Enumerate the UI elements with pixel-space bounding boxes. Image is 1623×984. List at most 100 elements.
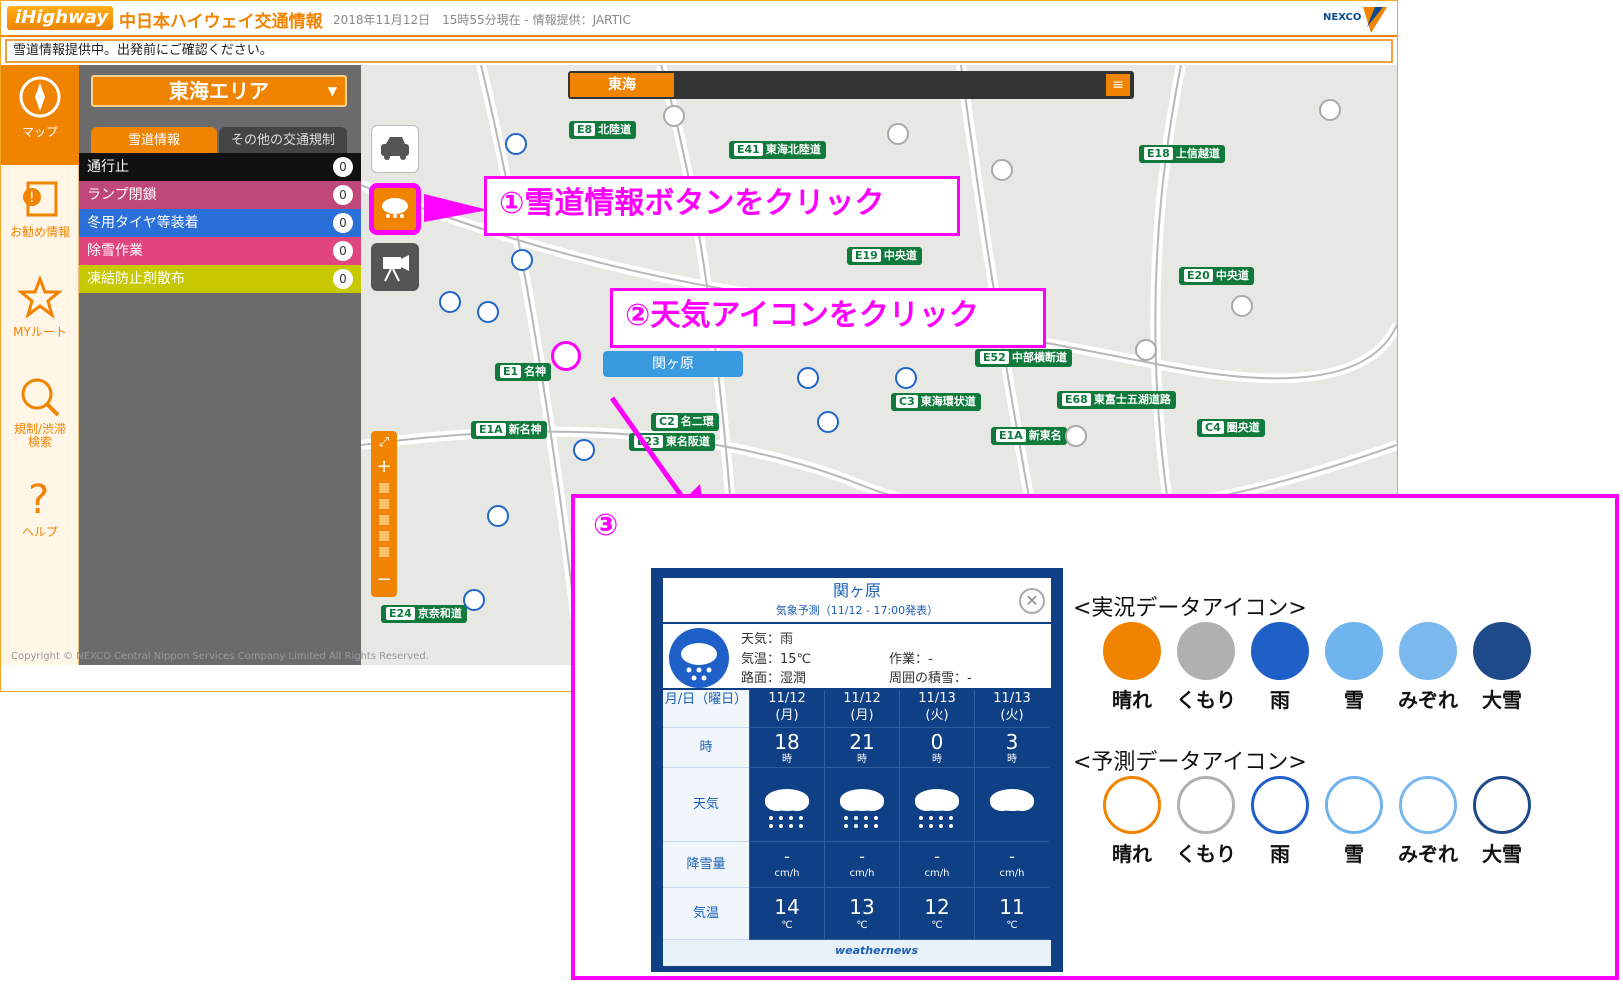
legend-label: 大雪 [1482, 842, 1522, 866]
reg-row-ramp[interactable]: ランプ閉鎖 0 [79, 181, 361, 209]
fullscreen-icon[interactable]: ⤢ [371, 435, 397, 450]
car-mode-button[interactable] [371, 125, 419, 173]
snow-icon [1325, 776, 1383, 834]
rain-weather-pin[interactable] [477, 301, 499, 323]
forecast-table: 月/日（曜日） 時 天気 降雪量 気温 11/12 (月) 18 時 - cm/h 14 ℃ 1… [663, 690, 1051, 940]
forecast-date-cell: 11/13 (火) [899, 690, 974, 728]
rain-weather-pin[interactable] [817, 411, 839, 433]
sunny-icon [1103, 622, 1161, 680]
forecast-temp: 13 [849, 895, 875, 919]
side-panel: 東海エリア ▼ 雪道情報 その他の交通規制 通行止 0 ランプ閉鎖 0 冬用タイ… [79, 65, 361, 665]
nav-search[interactable]: 規制/渋滞検索 [1, 365, 79, 465]
reg-row-count: 0 [333, 185, 353, 205]
nav-help-label: ヘルプ [21, 525, 58, 539]
reg-row-snow-removal[interactable]: 除雪作業 0 [79, 237, 361, 265]
forecast-temp-cell: 13 ℃ [824, 888, 899, 940]
forecast-dow: (火) [925, 708, 949, 723]
callout-step2: ②天気アイコンをクリック [610, 288, 1046, 348]
cloud-weather-pin[interactable] [1065, 425, 1087, 447]
forecast-hour-cell: 18 時 [749, 728, 824, 768]
cloud-weather-pin[interactable] [663, 105, 685, 127]
weather-forecast-subtitle: 気象予測（11/12 - 17:00発表） [775, 604, 939, 617]
legend-label: 雪 [1344, 688, 1364, 712]
cloud-weather-pin[interactable] [1135, 339, 1157, 361]
forecast-snowfall-cell: - cm/h [824, 842, 899, 888]
rain-weather-pin[interactable] [797, 367, 819, 389]
snow-unit: cm/h [999, 868, 1025, 879]
zoom-slider[interactable] [379, 483, 389, 563]
row-label-hour: 時 [663, 728, 749, 768]
zoom-control[interactable]: ⤢ + − [371, 431, 397, 597]
road-badge: E19 中央道 [847, 247, 922, 265]
road-badge: C4 圏央道 [1197, 419, 1265, 437]
snow-info-button[interactable] [369, 183, 421, 235]
cloud-weather-pin[interactable] [887, 123, 909, 145]
area-select[interactable]: 東海エリア ▼ [91, 75, 347, 107]
current-snow-around-text: 周囲の積雪：- [889, 671, 972, 686]
forecast-hour: 18 [774, 730, 800, 754]
legend-label: くもり [1176, 688, 1236, 712]
tab-other-regulation[interactable]: その他の交通規制 [219, 127, 347, 155]
nav-myroute[interactable]: MYルート [1, 265, 79, 365]
weather-location-title: 関ヶ原 [832, 581, 881, 600]
forecast-dow: (月) [850, 708, 874, 723]
legend-label: 晴れ [1112, 688, 1152, 712]
nav-recommend[interactable]: ! お勧め情報 [1, 165, 79, 265]
legend-label: 雨 [1270, 842, 1290, 866]
forecast-temp-cell: 11 ℃ [974, 888, 1049, 940]
sunny-icon [1103, 776, 1161, 834]
forecast-snowfall: - [859, 847, 865, 866]
close-icon[interactable]: ✕ [1019, 588, 1045, 614]
nexco-brand-text: NEXCO [1323, 12, 1362, 23]
menu-icon[interactable]: ≡ [1106, 74, 1130, 96]
legend-label: 晴れ [1112, 842, 1152, 866]
reg-row-label: ランプ閉鎖 [87, 187, 157, 203]
rain-weather-pin[interactable] [505, 133, 527, 155]
forecast-hour: 3 [1005, 730, 1019, 754]
update-datetime: 2018年11月12日 15時55分現在 - 情報提供：JARTIC [333, 13, 631, 27]
legend-label: 雪 [1344, 842, 1364, 866]
reg-row-closed[interactable]: 通行止 0 [79, 153, 361, 181]
tab-snow-info[interactable]: 雪道情報 [91, 127, 217, 155]
legend-label: みぞれ [1398, 842, 1458, 866]
current-temp-text: 気温：15℃ [741, 652, 812, 667]
sekigahara-weather-pin[interactable] [551, 341, 581, 371]
zoom-in-button[interactable]: + [371, 456, 397, 477]
rain-weather-pin[interactable] [487, 505, 509, 527]
rain-weather-pin[interactable] [511, 249, 533, 271]
reg-row-label: 凍結防止剤散布 [87, 271, 185, 287]
region-label[interactable]: 東海 [570, 73, 674, 97]
weather-popup: 関ヶ原 気象予測（11/12 - 17:00発表） ✕ 天気：雨 気温：15℃ … [651, 568, 1063, 972]
cloud-weather-pin[interactable] [1231, 295, 1253, 317]
rain-weather-pin[interactable] [463, 589, 485, 611]
reg-row-count: 0 [333, 213, 353, 233]
cloud-weather-pin[interactable] [991, 159, 1013, 181]
copyright: Copyright © NEXCO Central Nippon Service… [11, 651, 429, 662]
snow-icon [1325, 622, 1383, 680]
ihighway-logo[interactable]: iHighway [7, 6, 113, 30]
rain-weather-pin[interactable] [895, 367, 917, 389]
forecast-temp-cell: 12 ℃ [899, 888, 974, 940]
sekigahara-popup-label[interactable]: 関ヶ原 [603, 351, 743, 377]
nav-map-label: マップ [21, 125, 58, 139]
row-label-date: 月/日（曜日） [663, 690, 749, 728]
zoom-out-button[interactable]: − [371, 569, 397, 590]
camera-button[interactable] [371, 243, 419, 291]
compass-icon [19, 76, 61, 118]
forecast-hour-cell: 0時 [899, 728, 974, 768]
provider-footer: weathernews [663, 940, 1051, 966]
rain-weather-pin[interactable] [573, 439, 595, 461]
forecast-temp: 12 [924, 895, 950, 919]
forecast-snowfall-cell: - cm/h [749, 842, 824, 888]
nav-help[interactable]: ? ヘルプ [1, 465, 79, 565]
reg-row-antifreeze[interactable]: 凍結防止剤散布 0 [79, 265, 361, 293]
current-weather: 天気：雨 気温：15℃ 路面：湿潤 作業：- 周囲の積雪：- [663, 624, 1051, 688]
detail-panel: ③ 関ヶ原 気象予測（11/12 - 17:00発表） ✕ 天気：雨 気温：15… [571, 494, 1619, 980]
site-title: 中日本ハイウェイ交通情報 [119, 12, 323, 32]
cloudy-icon [1177, 776, 1235, 834]
forecast-dow: (月) [775, 708, 799, 723]
rain-weather-pin[interactable] [439, 291, 461, 313]
cloud-weather-pin[interactable] [1319, 99, 1341, 121]
nav-map[interactable]: マップ [1, 65, 79, 165]
reg-row-winter-tire[interactable]: 冬用タイヤ等装着 0 [79, 209, 361, 237]
